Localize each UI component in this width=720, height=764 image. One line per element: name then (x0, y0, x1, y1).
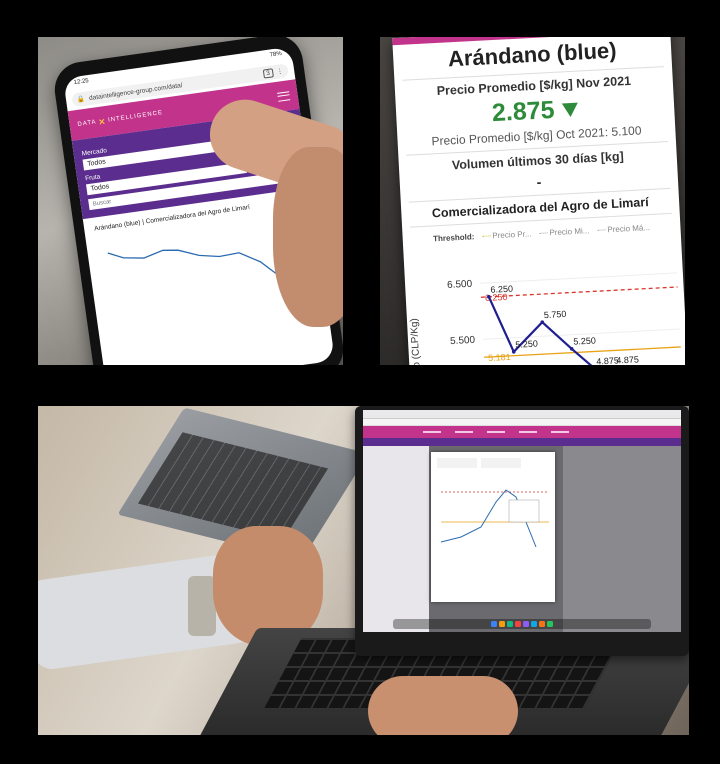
nav-item[interactable] (551, 431, 569, 433)
logo-left-text: DATA (77, 119, 98, 128)
logo-right-text: INTELLIGENCE (107, 110, 164, 124)
dock-app-icon[interactable] (507, 621, 513, 627)
down-arrow-icon (562, 102, 579, 117)
laptop-screen (363, 410, 681, 632)
modal-chart (437, 458, 549, 548)
browser-url-bar (363, 419, 681, 426)
price-line-chart: dio (CLP/Kg)6.5005.5006.2505.1816.2505.2… (409, 272, 681, 365)
wristwatch (188, 576, 216, 636)
dock-app-icon[interactable] (515, 621, 521, 627)
laptop-photo-panel (38, 406, 689, 735)
site-logo[interactable]: DATA ✕ INTELLIGENCE (77, 109, 164, 130)
dock-app-icon[interactable] (547, 621, 553, 627)
price-value: 2.875 (491, 95, 556, 128)
threshold-label: 5.181 (488, 352, 511, 363)
legend-label: Precio Mi... (549, 226, 590, 238)
typing-hand (368, 676, 518, 735)
legend-label: Precio Pr... (492, 229, 532, 241)
price-card-panel: Arándano (blue) Precio Promedio [$/kg] N… (380, 37, 685, 365)
page-body (363, 446, 681, 632)
nav-item[interactable] (487, 431, 505, 433)
dock-app-icon[interactable] (523, 621, 529, 627)
status-battery: 78% (269, 50, 283, 59)
dock-app-icon[interactable] (531, 621, 537, 627)
tab-count[interactable]: 3 (262, 67, 274, 79)
fruit-select-value: Todos (90, 183, 110, 193)
left-column (363, 446, 429, 632)
lock-icon: 🔒 (76, 95, 86, 104)
price-line (107, 249, 301, 293)
purple-band (363, 438, 681, 446)
nav-item[interactable] (519, 431, 537, 433)
logo-x-mark: ✕ (97, 116, 107, 127)
status-time: 12:25 (73, 78, 90, 87)
y-tick-label: 6.500 (447, 279, 473, 291)
nav-item[interactable] (423, 431, 441, 433)
market-select-value: Todos (86, 158, 107, 168)
dock-app-icon[interactable] (539, 621, 545, 627)
data-label: 4.875 (616, 354, 639, 365)
y-axis-label: dio (CLP/Kg) (409, 318, 423, 365)
more-menu-icon[interactable]: ⋮ (276, 67, 283, 76)
legend-item[interactable]: Precio Pr... (482, 229, 532, 241)
legend-item[interactable]: Precio Mi... (539, 226, 590, 238)
site-nav (363, 426, 681, 438)
right-column (563, 446, 681, 632)
modal-tab[interactable] (481, 458, 521, 468)
phone-photo-panel: 12:25 78% 🔒 dataintelligence-group.com/d… (38, 37, 343, 365)
price-card: Arándano (blue) Precio Promedio [$/kg] N… (392, 37, 685, 365)
legend-title: Threshold: (432, 232, 475, 244)
y-tick-label: 5.500 (450, 335, 476, 347)
modal-tab[interactable] (437, 458, 477, 468)
tooltip-box (508, 499, 540, 523)
chart-modal (431, 452, 555, 602)
dock-app-icon[interactable] (499, 621, 505, 627)
legend-item[interactable]: Precio Má... (597, 223, 650, 235)
mac-dock (393, 619, 651, 629)
pointing-hand (273, 147, 343, 327)
hamburger-menu-icon[interactable] (277, 90, 291, 102)
browser-tab-bar (363, 410, 681, 419)
data-label: 5.750 (544, 309, 567, 320)
data-label: 5.250 (573, 336, 596, 347)
data-label: 5.250 (515, 339, 538, 350)
dock-app-icon[interactable] (491, 621, 497, 627)
gridline (480, 272, 677, 284)
company-name: Comercializadora del Agro de Limarí (431, 195, 649, 221)
data-label: 6.250 (490, 284, 513, 295)
nav-item[interactable] (455, 431, 473, 433)
legend-label: Precio Má... (607, 223, 651, 235)
laptop-lid (355, 406, 689, 656)
